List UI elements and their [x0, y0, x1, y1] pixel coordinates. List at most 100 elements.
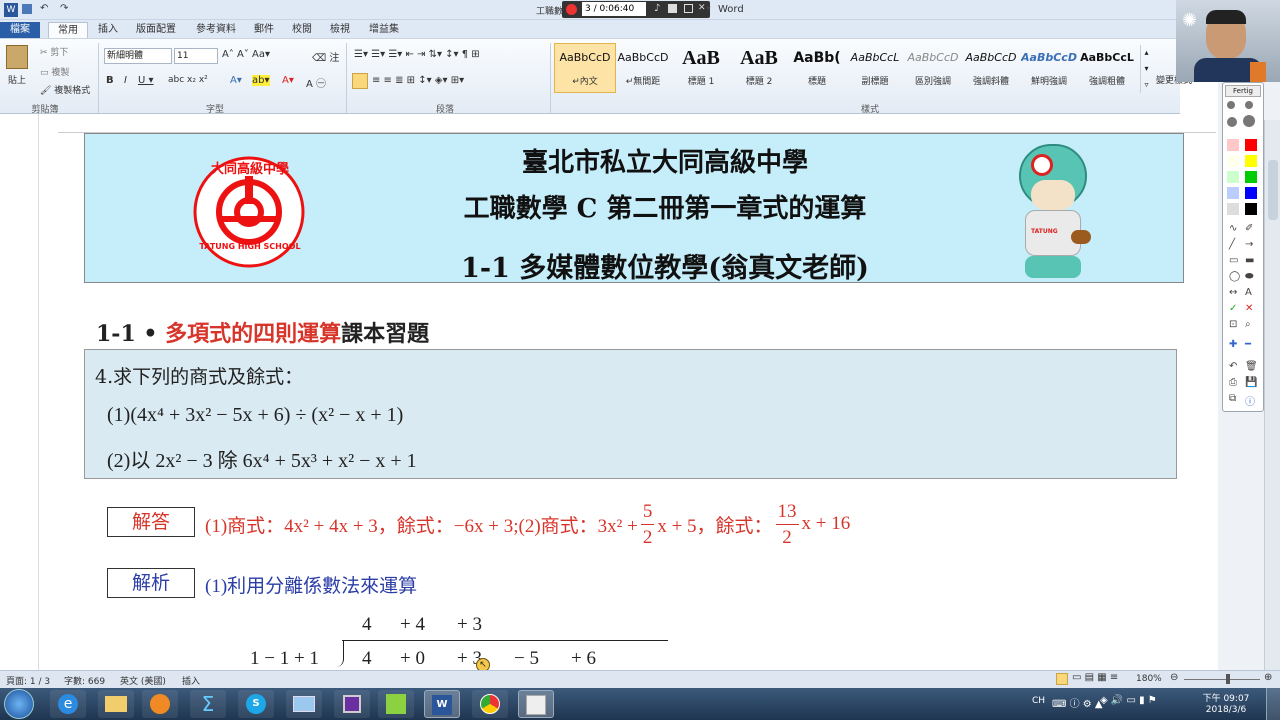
- format-painter-button[interactable]: 🖌 複製格式: [40, 83, 90, 96]
- screen-recorder-bar[interactable]: 3 / 0:06:40 ♪ ✕: [562, 1, 710, 18]
- filled-rect-icon[interactable]: ▬: [1245, 255, 1254, 266]
- tab-file[interactable]: 檔案: [0, 22, 40, 38]
- save-icon[interactable]: [22, 4, 32, 14]
- paste-button[interactable]: 貼上: [8, 73, 26, 86]
- insert-mode[interactable]: 插入: [182, 674, 200, 687]
- chrome-icon[interactable]: [472, 690, 508, 718]
- volume-network-icons[interactable]: ◈ 🔊 ▭ ▮ ⚑: [1100, 695, 1157, 706]
- filled-ellipse-icon[interactable]: ⬬: [1245, 271, 1254, 282]
- style-normal[interactable]: AaBbCcD ↵內文: [557, 44, 613, 90]
- font-color-icon[interactable]: A▾: [282, 75, 294, 86]
- tab-home[interactable]: 常用: [48, 22, 88, 38]
- pen-size-large[interactable]: [1227, 117, 1237, 127]
- media-player-icon[interactable]: [142, 690, 178, 718]
- zoom-slider[interactable]: [1184, 679, 1260, 680]
- zoom-in-icon[interactable]: ⊕: [1264, 672, 1272, 683]
- tab-references[interactable]: 參考資料: [188, 22, 244, 38]
- start-button-icon[interactable]: [4, 689, 34, 719]
- tab-view[interactable]: 檢視: [324, 22, 356, 38]
- geogebra-icon[interactable]: [378, 690, 414, 718]
- zoom-icon[interactable]: ⌕: [1245, 319, 1251, 330]
- color-swatch[interactable]: [1245, 155, 1257, 167]
- style-emphasis[interactable]: AaBbCcD 強調斜體: [963, 44, 1019, 90]
- language[interactable]: 英文 (美國): [120, 674, 166, 687]
- line-tool-icon[interactable]: ╱: [1229, 239, 1235, 250]
- microphone-icon[interactable]: ♪: [654, 3, 660, 14]
- underline-icon[interactable]: U ▾: [138, 75, 154, 86]
- bullets-icon[interactable]: ☰▾ ☰▾ ☰▾ ⇤ ⇥ ⇅▾ ↕▾ ¶ ⊞: [354, 49, 480, 60]
- clock-time[interactable]: 下午 09:07: [1196, 691, 1256, 704]
- tab-mailings[interactable]: 郵件: [248, 22, 280, 38]
- rectangle-tool-icon[interactable]: ▭: [1229, 255, 1238, 266]
- print-icon[interactable]: ⎙: [1229, 377, 1237, 388]
- tab-page-layout[interactable]: 版面配置: [128, 22, 184, 38]
- page-indicator[interactable]: 頁面: 1 / 3: [6, 674, 50, 687]
- paint-icon[interactable]: [518, 690, 554, 718]
- color-swatch[interactable]: [1245, 139, 1257, 151]
- undo-icon[interactable]: ↶: [40, 3, 48, 14]
- style-heading-1[interactable]: AaB 標題 1: [673, 44, 729, 90]
- crop-icon[interactable]: ⊡: [1229, 319, 1237, 330]
- strike-sub-sup-icons[interactable]: abc x₂ x²: [168, 75, 208, 85]
- arrow-tool-icon[interactable]: →: [1245, 239, 1253, 250]
- skype-icon[interactable]: S: [238, 690, 274, 718]
- pen-size-xlarge[interactable]: [1243, 115, 1255, 127]
- styles-scroll[interactable]: ▴ ▾ ▿: [1140, 45, 1152, 93]
- align-left-button[interactable]: [352, 73, 368, 89]
- ellipse-tool-icon[interactable]: ◯: [1229, 271, 1240, 282]
- cross-icon[interactable]: ✕: [1245, 303, 1253, 314]
- view-icons[interactable]: ▭ ▤ ▦ ≡: [1072, 672, 1118, 683]
- ie-icon[interactable]: e: [50, 690, 86, 718]
- eraser-icon[interactable]: ✐: [1245, 223, 1253, 234]
- align-center-icon[interactable]: ≡ ≡ ≣ ⊞ ↕▾ ◈▾ ⊞▾: [372, 75, 464, 86]
- record-icon[interactable]: [566, 4, 577, 15]
- font-name-box[interactable]: 新細明體: [104, 48, 172, 64]
- redo-icon[interactable]: ↷: [60, 3, 68, 14]
- check-icon[interactable]: ✓: [1229, 303, 1237, 314]
- minus-icon[interactable]: ━: [1245, 339, 1251, 350]
- color-swatch[interactable]: [1245, 187, 1257, 199]
- style-title[interactable]: AaBb(標題: [789, 44, 845, 90]
- color-swatch[interactable]: [1245, 203, 1257, 215]
- sigma-icon[interactable]: Σ: [190, 690, 226, 718]
- style-strong[interactable]: AaBbCcL 強調粗體: [1079, 44, 1135, 90]
- paste-icon[interactable]: [6, 45, 28, 69]
- print-layout-view-icon[interactable]: [1056, 673, 1068, 685]
- zoom-out-icon[interactable]: ⊖: [1170, 672, 1178, 683]
- double-arrow-icon[interactable]: ↔: [1229, 287, 1237, 298]
- chip-icon[interactable]: [334, 690, 370, 718]
- style-heading-2[interactable]: AaB 標題 2: [731, 44, 787, 90]
- palette-title[interactable]: Fertig: [1225, 85, 1261, 97]
- color-swatch[interactable]: [1227, 155, 1239, 167]
- plus-icon[interactable]: ✚: [1229, 339, 1237, 350]
- save-draw-icon[interactable]: 💾: [1245, 377, 1257, 388]
- clock-date[interactable]: 2018/3/6: [1196, 705, 1256, 715]
- style-subtle-emphasis[interactable]: AaBbCcD 區別強調: [905, 44, 961, 90]
- italic-icon[interactable]: I: [124, 75, 127, 86]
- undo-draw-icon[interactable]: ↶: [1229, 361, 1237, 372]
- word-count[interactable]: 字數: 669: [64, 674, 105, 687]
- cut-button[interactable]: ✂ 剪下: [40, 45, 68, 58]
- zoom-thumb[interactable]: [1226, 674, 1230, 684]
- explorer-icon[interactable]: [98, 690, 134, 718]
- style-subtitle[interactable]: AaBbCcL 副標題: [847, 44, 903, 90]
- stop-icon[interactable]: [668, 4, 677, 13]
- text-tool-icon[interactable]: A: [1245, 287, 1252, 298]
- color-swatch[interactable]: [1227, 171, 1239, 183]
- color-swatch[interactable]: [1245, 171, 1257, 183]
- copy-draw-icon[interactable]: ⧉: [1229, 393, 1236, 404]
- font-size-box[interactable]: 11: [174, 48, 218, 64]
- clear-format-icon[interactable]: ⌫ 注: [312, 49, 339, 64]
- color-swatch[interactable]: [1227, 139, 1239, 151]
- window-icon[interactable]: [684, 4, 693, 13]
- tab-review[interactable]: 校閱: [286, 22, 318, 38]
- close-icon[interactable]: ✕: [698, 3, 706, 13]
- pen-size-medium[interactable]: [1245, 101, 1253, 109]
- dropdown-icon[interactable]: ▾: [706, 4, 711, 14]
- freehand-tool-icon[interactable]: ∿: [1229, 223, 1237, 234]
- tab-addins[interactable]: 增益集: [362, 22, 406, 38]
- scroll-thumb[interactable]: [1268, 160, 1278, 220]
- bold-icon[interactable]: B: [106, 75, 114, 86]
- info-icon[interactable]: ⓘ: [1245, 393, 1255, 408]
- color-swatch[interactable]: [1227, 187, 1239, 199]
